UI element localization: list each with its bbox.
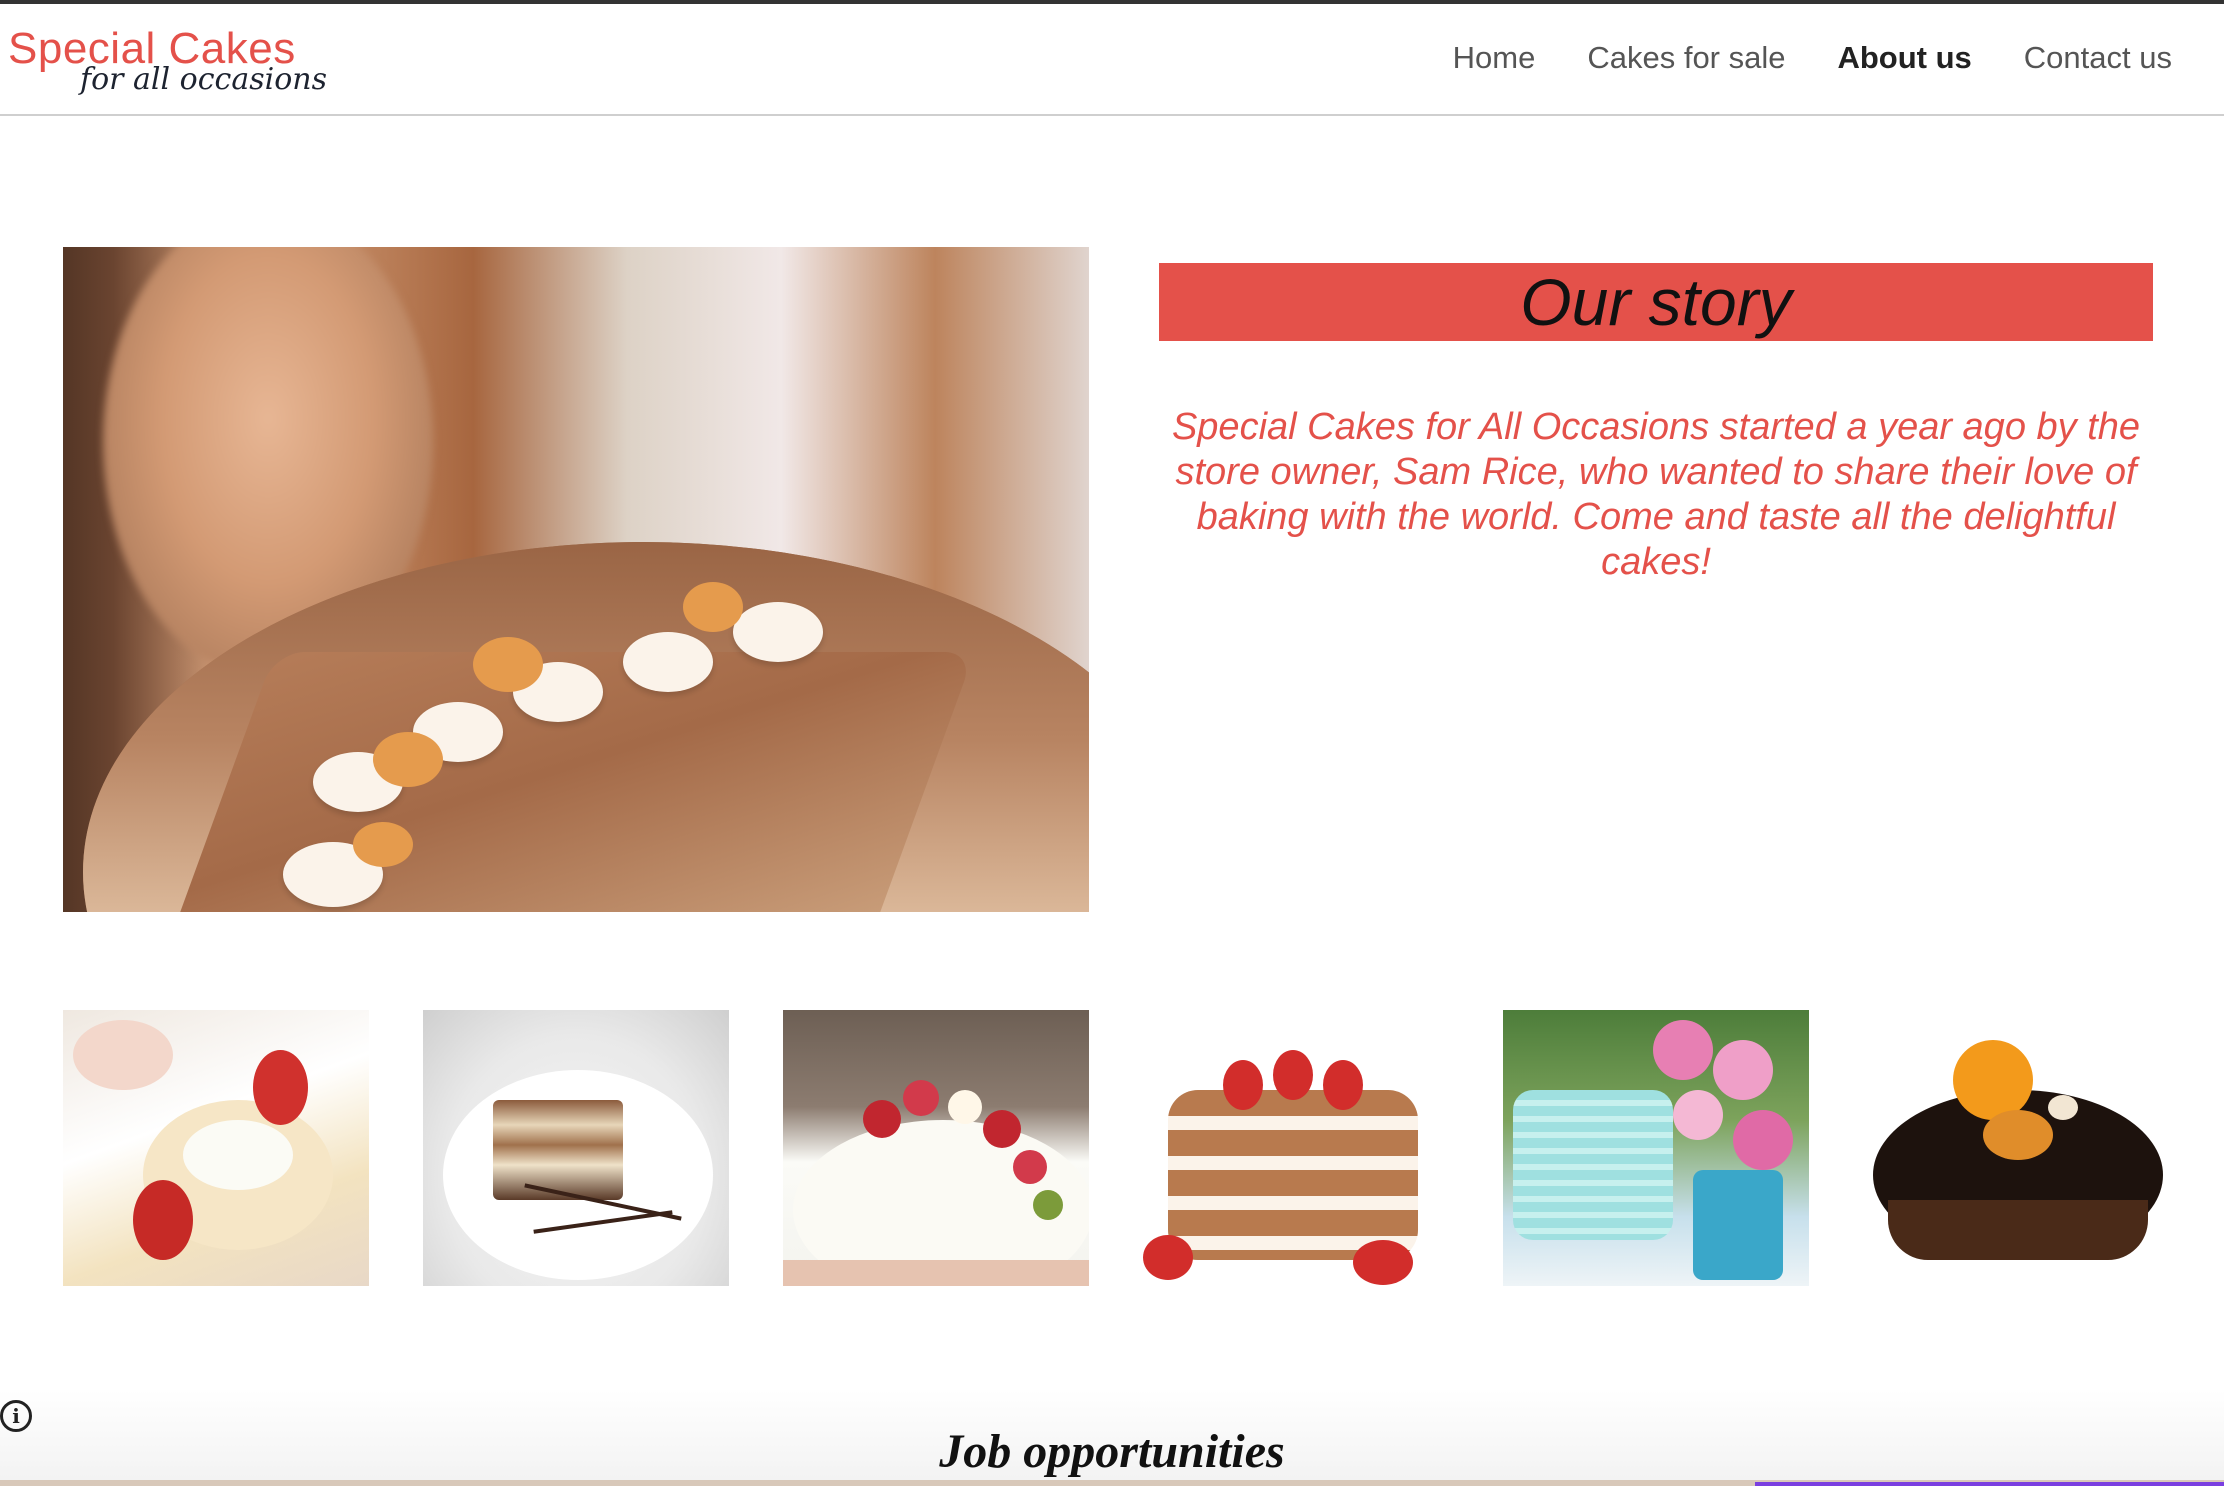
nav-contact-us[interactable]: Contact us	[2024, 40, 2172, 76]
logo-tagline: for all occasions	[80, 62, 327, 97]
orange-slice-shape	[1983, 1110, 2053, 1160]
flower-shape	[1653, 1020, 1713, 1080]
flower-shape	[1673, 1090, 1723, 1140]
strawberry-shape	[1223, 1060, 1263, 1110]
strawberry-shortcake-photo[interactable]	[63, 1010, 369, 1286]
job-opportunities-heading: Job opportunities	[939, 1425, 1285, 1478]
hero-baker-photo	[63, 247, 1089, 912]
cream-shape	[183, 1120, 293, 1190]
bottom-accent	[1755, 1482, 2224, 1486]
flower-shape	[1733, 1110, 1793, 1170]
nav-about-us[interactable]: About us	[1837, 40, 1971, 76]
strawberry-shape	[253, 1050, 308, 1125]
cake-board-shape	[783, 1260, 1089, 1286]
rose-shape	[863, 1100, 901, 1138]
main-nav: Home Cakes for sale About us Contact us	[1453, 40, 2172, 76]
blue-ruffle-cake-photo[interactable]	[1503, 1010, 1809, 1286]
nav-cakes-for-sale[interactable]: Cakes for sale	[1587, 40, 1785, 76]
cream-shape	[2048, 1095, 2078, 1120]
site-logo[interactable]: Special Cakes for all occasions	[8, 24, 338, 104]
apricot-topping	[373, 732, 443, 787]
strawberry-shape	[1323, 1060, 1363, 1110]
orange-slice-shape	[1953, 1040, 2033, 1120]
vase-shape	[1693, 1170, 1783, 1280]
apricot-topping	[353, 822, 413, 867]
flower-shape	[1713, 1040, 1773, 1100]
chocolate-orange-cake-photo[interactable]	[1863, 1010, 2169, 1286]
rose-shape	[1013, 1150, 1047, 1184]
cake-background-shape	[73, 1020, 173, 1090]
rose-shape	[983, 1110, 1021, 1148]
story-title: Our story	[1520, 265, 1792, 339]
tiramisu-slice-photo[interactable]	[423, 1010, 729, 1286]
hero-cake-oval	[83, 542, 1089, 912]
blue-cake-shape	[1513, 1090, 1673, 1240]
strawberry-layer-cake-photo[interactable]	[1143, 1010, 1449, 1286]
strawberry-shape	[1273, 1050, 1313, 1100]
cake-base-shape	[1888, 1200, 2148, 1260]
leaf-shape	[1033, 1190, 1063, 1220]
layer-cake-shape	[1168, 1090, 1418, 1260]
flower-shape	[948, 1090, 982, 1124]
cream-dollop	[623, 632, 713, 692]
apricot-topping	[473, 637, 543, 692]
story-banner: Our story	[1159, 263, 2153, 341]
strawberry-shape	[1353, 1240, 1413, 1285]
apricot-topping	[683, 582, 743, 632]
story-text: Special Cakes for All Occasions started …	[1171, 406, 2141, 583]
nav-home[interactable]: Home	[1453, 40, 1536, 76]
strawberry-shape	[133, 1180, 193, 1260]
flower-decorated-cake-photo[interactable]	[783, 1010, 1089, 1286]
site-header: Special Cakes for all occasions Home Cak…	[0, 4, 2224, 116]
rose-shape	[903, 1080, 939, 1116]
cake-gallery	[63, 1010, 2173, 1290]
tiramisu-shape	[493, 1100, 623, 1200]
cream-dollop	[733, 602, 823, 662]
strawberry-shape	[1143, 1235, 1193, 1280]
